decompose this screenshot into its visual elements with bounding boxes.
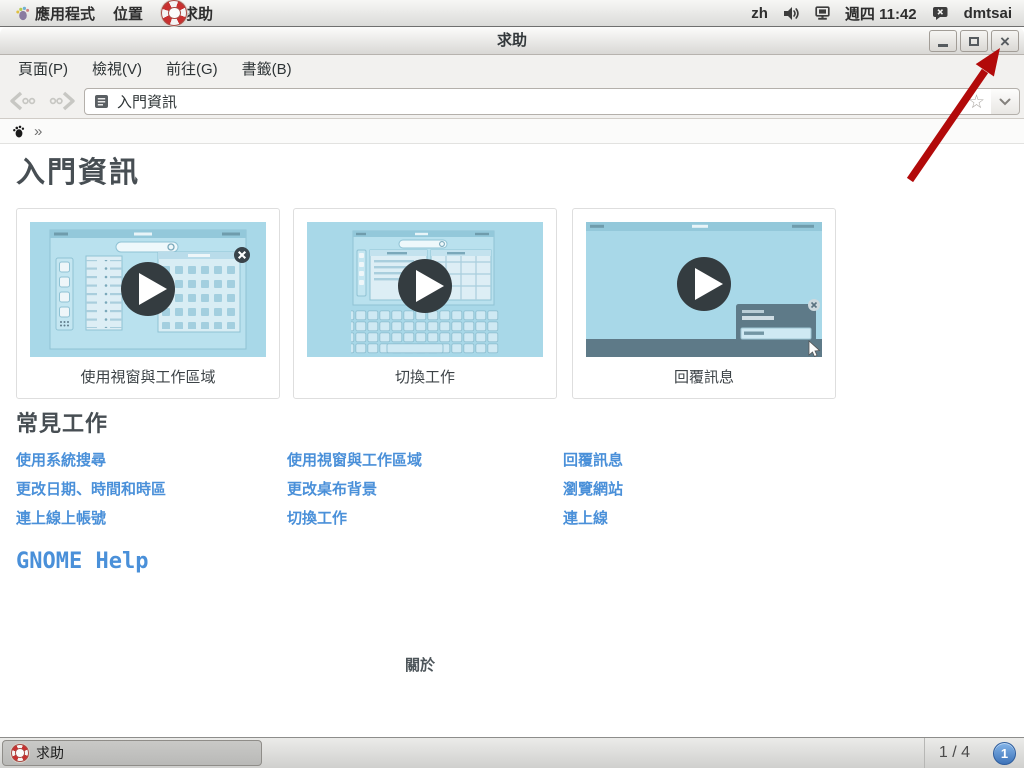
- page-title: 入門資訊: [16, 149, 140, 191]
- location-text: 入門資訊: [117, 91, 177, 112]
- link-use-windows-workspaces[interactable]: 使用視窗與工作區域: [287, 449, 563, 478]
- link-online-accounts[interactable]: 連上線上帳號: [16, 507, 287, 536]
- link-change-wallpaper[interactable]: 更改桌布背景: [287, 478, 563, 507]
- video-thumbnail[interactable]: [586, 222, 822, 357]
- close-button[interactable]: ×: [991, 30, 1019, 52]
- about-link[interactable]: 關於: [405, 657, 435, 674]
- play-icon: [398, 259, 452, 313]
- help-app-menu[interactable]: 求助: [152, 0, 222, 26]
- help-content: 入門資訊: [0, 144, 1024, 737]
- breadcrumb-bar: »: [0, 119, 1024, 144]
- menubar: 頁面(P) 檢視(V) 前往(G) 書籤(B): [0, 55, 1024, 84]
- back-button[interactable]: [8, 90, 38, 112]
- location-entry[interactable]: 入門資訊 ☆: [84, 88, 992, 115]
- link-browse-web[interactable]: 瀏覽網站: [563, 478, 836, 507]
- window-title: 求助: [0, 27, 1024, 55]
- username[interactable]: dmtsai: [964, 5, 1012, 22]
- video-thumbnail[interactable]: [30, 222, 266, 357]
- maximize-icon: [969, 37, 979, 46]
- video-caption: 使用視窗與工作區域: [30, 366, 266, 387]
- notification-badge[interactable]: 1: [993, 742, 1016, 765]
- video-card-switch-tasks: 切換工作: [293, 208, 557, 399]
- about-section: 關於: [0, 654, 840, 675]
- minimize-button[interactable]: [929, 30, 957, 52]
- chat-icon[interactable]: [932, 6, 949, 21]
- forward-button[interactable]: [47, 90, 77, 112]
- minimize-icon: [938, 44, 948, 47]
- video-caption: 切換工作: [307, 366, 543, 387]
- places-label: 位置: [113, 3, 143, 24]
- applications-label: 應用程式: [35, 3, 95, 24]
- video-thumbnail[interactable]: [307, 222, 543, 357]
- link-respond-messages[interactable]: 回覆訊息: [563, 449, 836, 478]
- applications-menu[interactable]: 應用程式: [6, 0, 104, 26]
- breadcrumb-chevron: »: [34, 123, 42, 140]
- gnome-foot-icon[interactable]: [12, 125, 25, 138]
- window-controls: ×: [929, 30, 1019, 52]
- menu-bookmarks[interactable]: 書籤(B): [230, 55, 304, 84]
- help-lifebuoy-icon: [11, 744, 29, 762]
- top-panel: 應用程式 位置 求助 zh 週四 11:42 dmtsai: [0, 0, 1024, 27]
- bookmark-star-icon[interactable]: ☆: [968, 90, 985, 115]
- desktop: 應用程式 位置 求助 zh 週四 11:42 dmtsai 求助: [0, 0, 1024, 768]
- toolbar: 入門資訊 ☆: [0, 84, 1024, 119]
- menu-view[interactable]: 檢視(V): [80, 55, 154, 84]
- gnome-help-link[interactable]: GNOME Help: [16, 549, 148, 574]
- panel-status-area: zh 週四 11:42 dmtsai: [751, 3, 1012, 24]
- document-icon: [94, 94, 109, 109]
- gnome-logo-icon: [15, 6, 30, 21]
- maximize-button[interactable]: [960, 30, 988, 52]
- window-titlebar[interactable]: 求助 ×: [0, 27, 1024, 55]
- display-icon[interactable]: [815, 6, 830, 21]
- link-get-online[interactable]: 連上線: [563, 507, 836, 536]
- menu-page[interactable]: 頁面(P): [6, 55, 80, 84]
- menu-go[interactable]: 前往(G): [154, 55, 230, 84]
- taskbar-window-label: 求助: [36, 743, 64, 763]
- close-icon: ×: [1000, 33, 1010, 50]
- bottom-taskbar: 求助 1 / 4 1: [0, 737, 1024, 768]
- keyboard-layout-indicator[interactable]: zh: [751, 5, 768, 22]
- common-tasks-links: 使用系統搜尋 使用視窗與工作區域 回覆訊息 更改日期、時間和時區 更改桌布背景 …: [16, 449, 836, 536]
- common-tasks-heading: 常見工作: [16, 406, 108, 438]
- volume-icon[interactable]: [783, 6, 800, 21]
- chevron-down-icon: [999, 98, 1011, 106]
- help-app-label: 求助: [183, 3, 213, 24]
- play-icon: [121, 262, 175, 316]
- location-dropdown-button[interactable]: [991, 88, 1020, 115]
- taskbar-window-button[interactable]: 求助: [2, 740, 262, 766]
- link-change-date-time[interactable]: 更改日期、時間和時區: [16, 478, 287, 507]
- workspace-pager[interactable]: 1 / 4: [924, 738, 984, 768]
- help-lifebuoy-icon: [161, 0, 187, 26]
- places-menu[interactable]: 位置: [104, 0, 152, 26]
- video-caption: 回覆訊息: [586, 366, 822, 387]
- video-card-respond-messages: 回覆訊息: [572, 208, 836, 399]
- link-switch-tasks[interactable]: 切換工作: [287, 507, 563, 536]
- clock[interactable]: 週四 11:42: [845, 3, 917, 24]
- video-card-windows-workspaces: 使用視窗與工作區域: [16, 208, 280, 399]
- play-icon: [677, 257, 731, 311]
- link-use-system-search[interactable]: 使用系統搜尋: [16, 449, 287, 478]
